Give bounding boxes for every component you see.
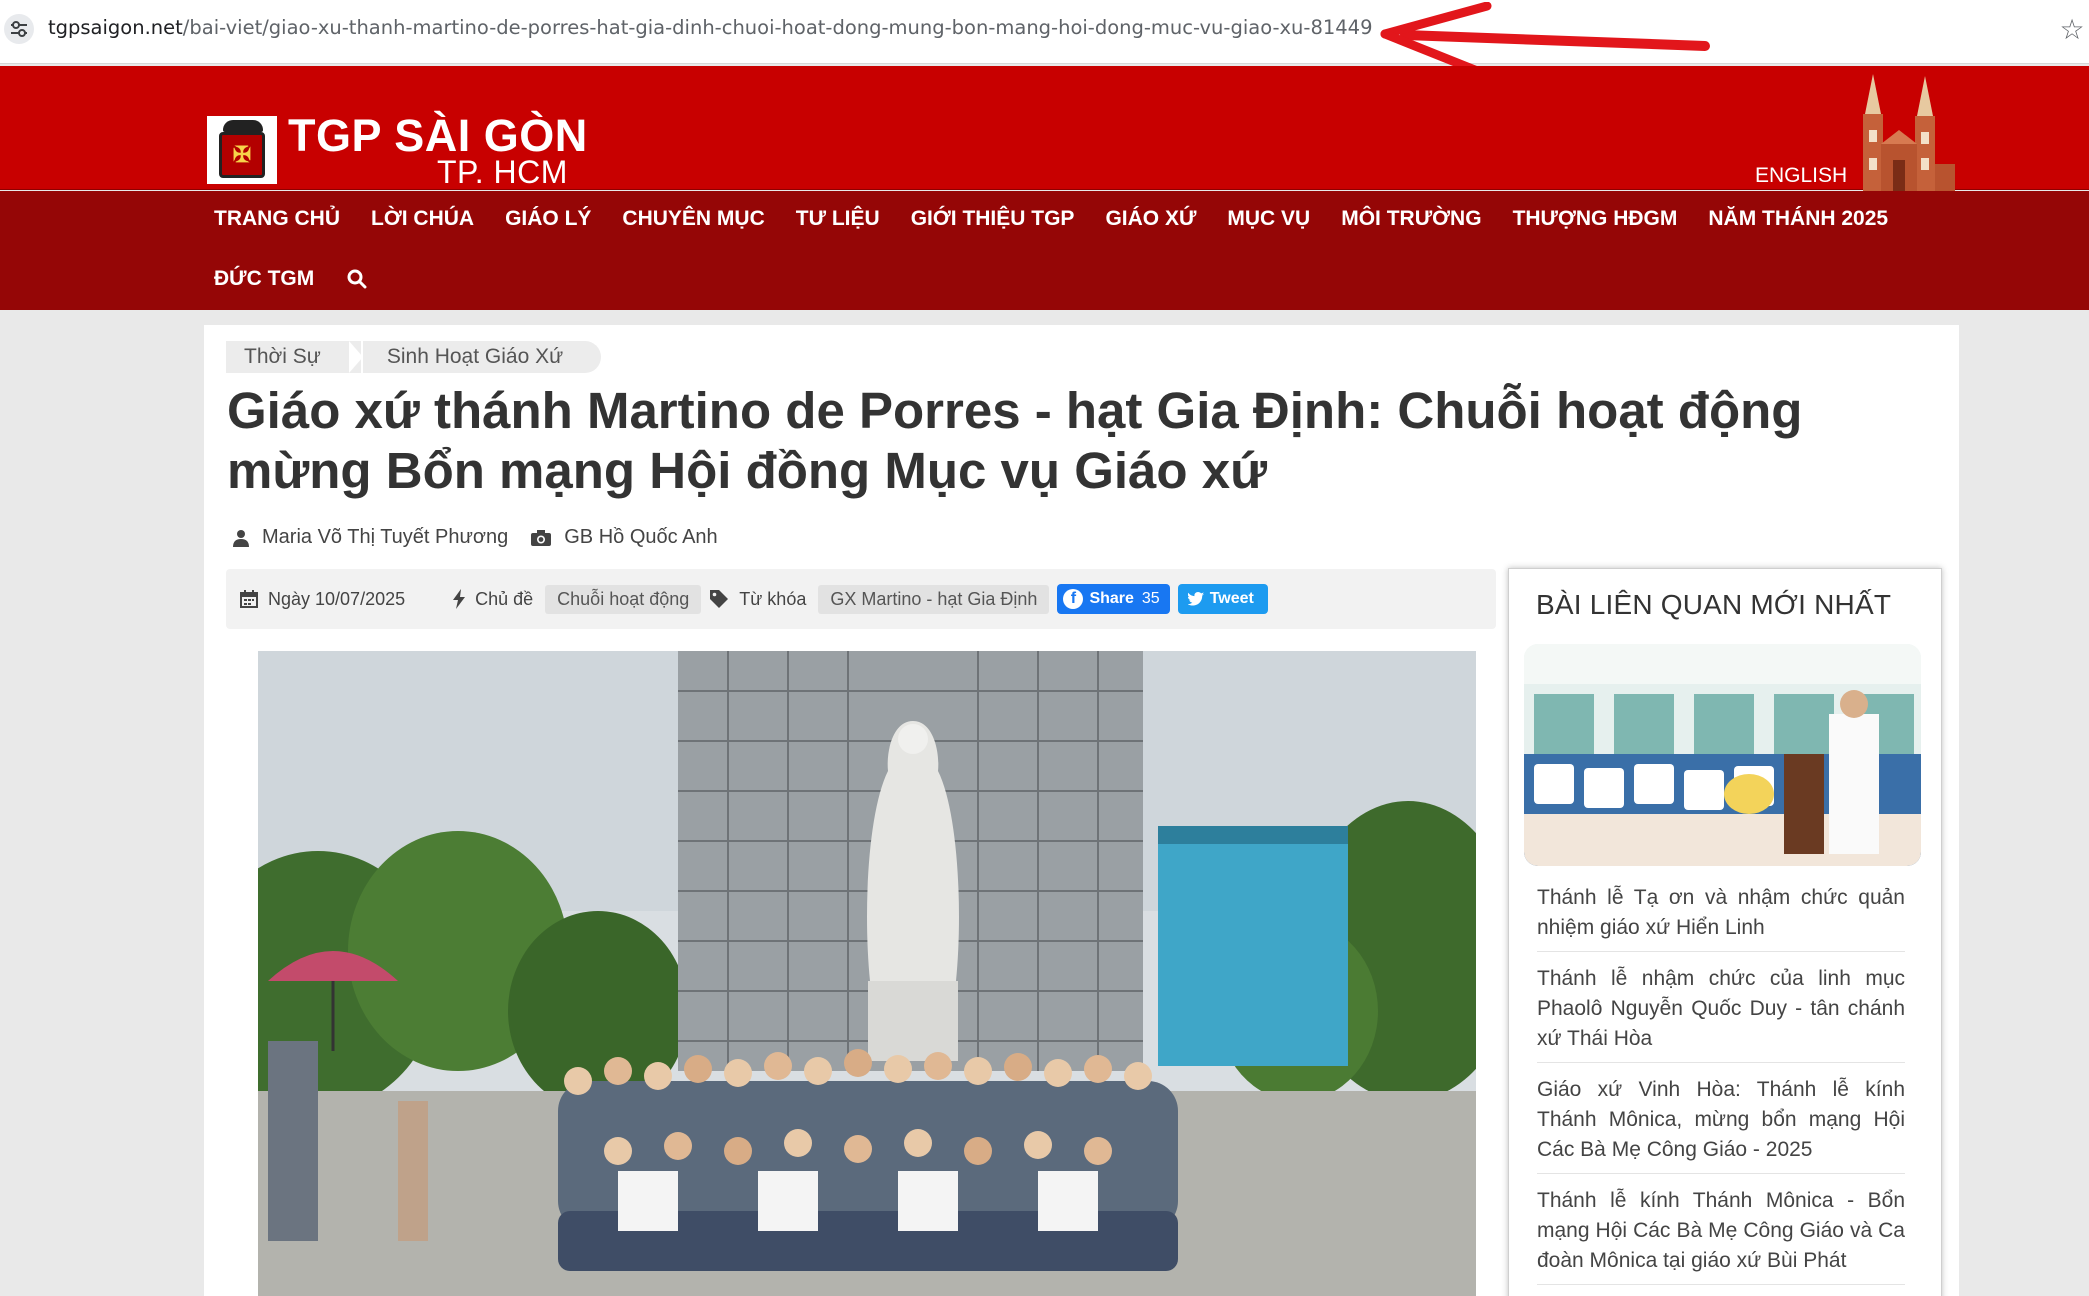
nav-item-loi-chua[interactable]: LỜI CHÚA [371, 207, 474, 231]
photographer-name: GB Hồ Quốc Anh [564, 526, 718, 548]
coat-of-arms-icon: ✠ [219, 132, 265, 178]
nav-item-nam-thanh-2025[interactable]: NĂM THÁNH 2025 [1708, 207, 1888, 231]
archdiocese-logo[interactable]: ✠ [207, 116, 277, 184]
nav-item-giao-ly[interactable]: GIÁO LÝ [505, 207, 591, 231]
article-container: Thời Sự Sinh Hoạt Giáo Xứ Giáo xứ thánh … [204, 325, 1959, 1296]
publish-date: Ngày 10/07/2025 [268, 588, 406, 609]
url-path: /bai-viet/giao-xu-thanh-martino-de-porre… [182, 16, 1373, 39]
star-icon[interactable]: ☆ [2055, 12, 2089, 46]
nav-item-trang-chu[interactable]: TRANG CHỦ [214, 207, 340, 231]
share-count: 35 [1141, 590, 1160, 607]
main-navigation: TRANG CHỦ LỜI CHÚA GIÁO LÝ CHUYÊN MỤC TƯ… [0, 191, 2089, 310]
nav-item-gioi-thieu-tgp[interactable]: GIỚI THIỆU TGP [911, 207, 1075, 231]
site-header: ✠ TGP SÀI GÒN TP. HCM ENGLISH [0, 66, 2089, 192]
share-label: Share [1089, 590, 1134, 607]
related-article-link[interactable]: Giáo xứ Vinh Hòa: Thánh lễ kính Thánh Mô… [1537, 1075, 1905, 1174]
nav-row-1: TRANG CHỦ LỜI CHÚA GIÁO LÝ CHUYÊN MỤC TƯ… [214, 207, 1888, 231]
related-article-link[interactable]: Thánh lễ nhậm chức của linh mục Phaolô N… [1537, 964, 1905, 1063]
article-hero-photo[interactable] [258, 651, 1476, 1296]
galero-hat-icon [223, 120, 263, 132]
breadcrumb-sinh-hoat-giao-xu[interactable]: Sinh Hoạt Giáo Xứ [362, 341, 602, 373]
topic-chip[interactable]: Chuỗi hoạt động [545, 584, 702, 614]
nav-item-giao-xu[interactable]: GIÁO XỨ [1105, 207, 1196, 231]
keyword-chip[interactable]: GX Martino - hạt Gia Định [818, 584, 1050, 614]
tweet-label: Tweet [1209, 590, 1254, 607]
author-name: Maria Võ Thị Tuyết Phương [262, 526, 509, 548]
brand-subtitle: TP. HCM [437, 154, 568, 190]
related-articles-sidebar: BÀI LIÊN QUAN MỚI NHẤT Thánh lễ Tạ ơn và… [1508, 568, 1942, 1296]
article-meta-bar: Ngày 10/07/2025 Chủ đề Chuỗi hoạt động T… [226, 569, 1496, 629]
breadcrumb-thoi-su[interactable]: Thời Sự [226, 341, 363, 373]
url-host: tgpsaigon.net [48, 16, 183, 39]
keyword-label: Từ khóa [739, 588, 807, 609]
tag-icon [709, 589, 729, 609]
camera-icon [530, 529, 552, 547]
related-article-thumbnail[interactable] [1524, 644, 1921, 866]
nav-row-2: ĐỨC TGM [214, 267, 367, 291]
nav-item-tu-lieu[interactable]: TƯ LIỆU [796, 207, 880, 231]
related-articles-list: Thánh lễ Tạ ơn và nhậm chức quản nhiệm g… [1537, 883, 1905, 1296]
user-icon [232, 529, 250, 547]
related-article-link[interactable]: Thánh lễ Tạ ơn và nhậm chức quản nhiệm g… [1537, 883, 1905, 952]
breadcrumb: Thời Sự Sinh Hoạt Giáo Xứ [226, 341, 602, 373]
article-title: Giáo xứ thánh Martino de Porres - hạt Gi… [227, 382, 1803, 499]
search-icon[interactable] [347, 267, 367, 291]
sidebar-title: BÀI LIÊN QUAN MỚI NHẤT [1536, 589, 1892, 620]
facebook-share-button[interactable]: f Share 35 [1057, 584, 1170, 614]
nav-item-muc-vu[interactable]: MỤC VỤ [1227, 207, 1310, 231]
nav-item-thuong-hdgm[interactable]: THƯỢNG HĐGM [1513, 207, 1678, 231]
facebook-icon: f [1063, 589, 1084, 609]
tweet-button[interactable]: Tweet [1177, 584, 1268, 614]
calendar-icon [240, 590, 258, 608]
nav-item-duc-tgm[interactable]: ĐỨC TGM [214, 267, 314, 291]
nav-item-moi-truong[interactable]: MÔI TRƯỜNG [1341, 207, 1481, 231]
bolt-icon [453, 589, 466, 609]
url-field[interactable]: tgpsaigon.net/bai-viet/giao-xu-thanh-mar… [48, 16, 1373, 39]
english-link[interactable]: ENGLISH [1755, 164, 1847, 188]
browser-address-bar: tgpsaigon.net/bai-viet/giao-xu-thanh-mar… [0, 0, 2089, 79]
twitter-bird-icon [1187, 592, 1204, 606]
article-byline: Maria Võ Thị Tuyết Phương GB Hồ Quốc Anh [232, 526, 718, 549]
related-article-link[interactable]: Thánh lễ kính Thánh Mônica - Bổn mạng Hộ… [1537, 1186, 1905, 1285]
cathedral-icon [1863, 74, 1955, 192]
nav-item-chuyen-muc[interactable]: CHUYÊN MỤC [622, 207, 764, 231]
tune-icon[interactable] [4, 14, 34, 44]
topic-label: Chủ đề [475, 588, 534, 609]
